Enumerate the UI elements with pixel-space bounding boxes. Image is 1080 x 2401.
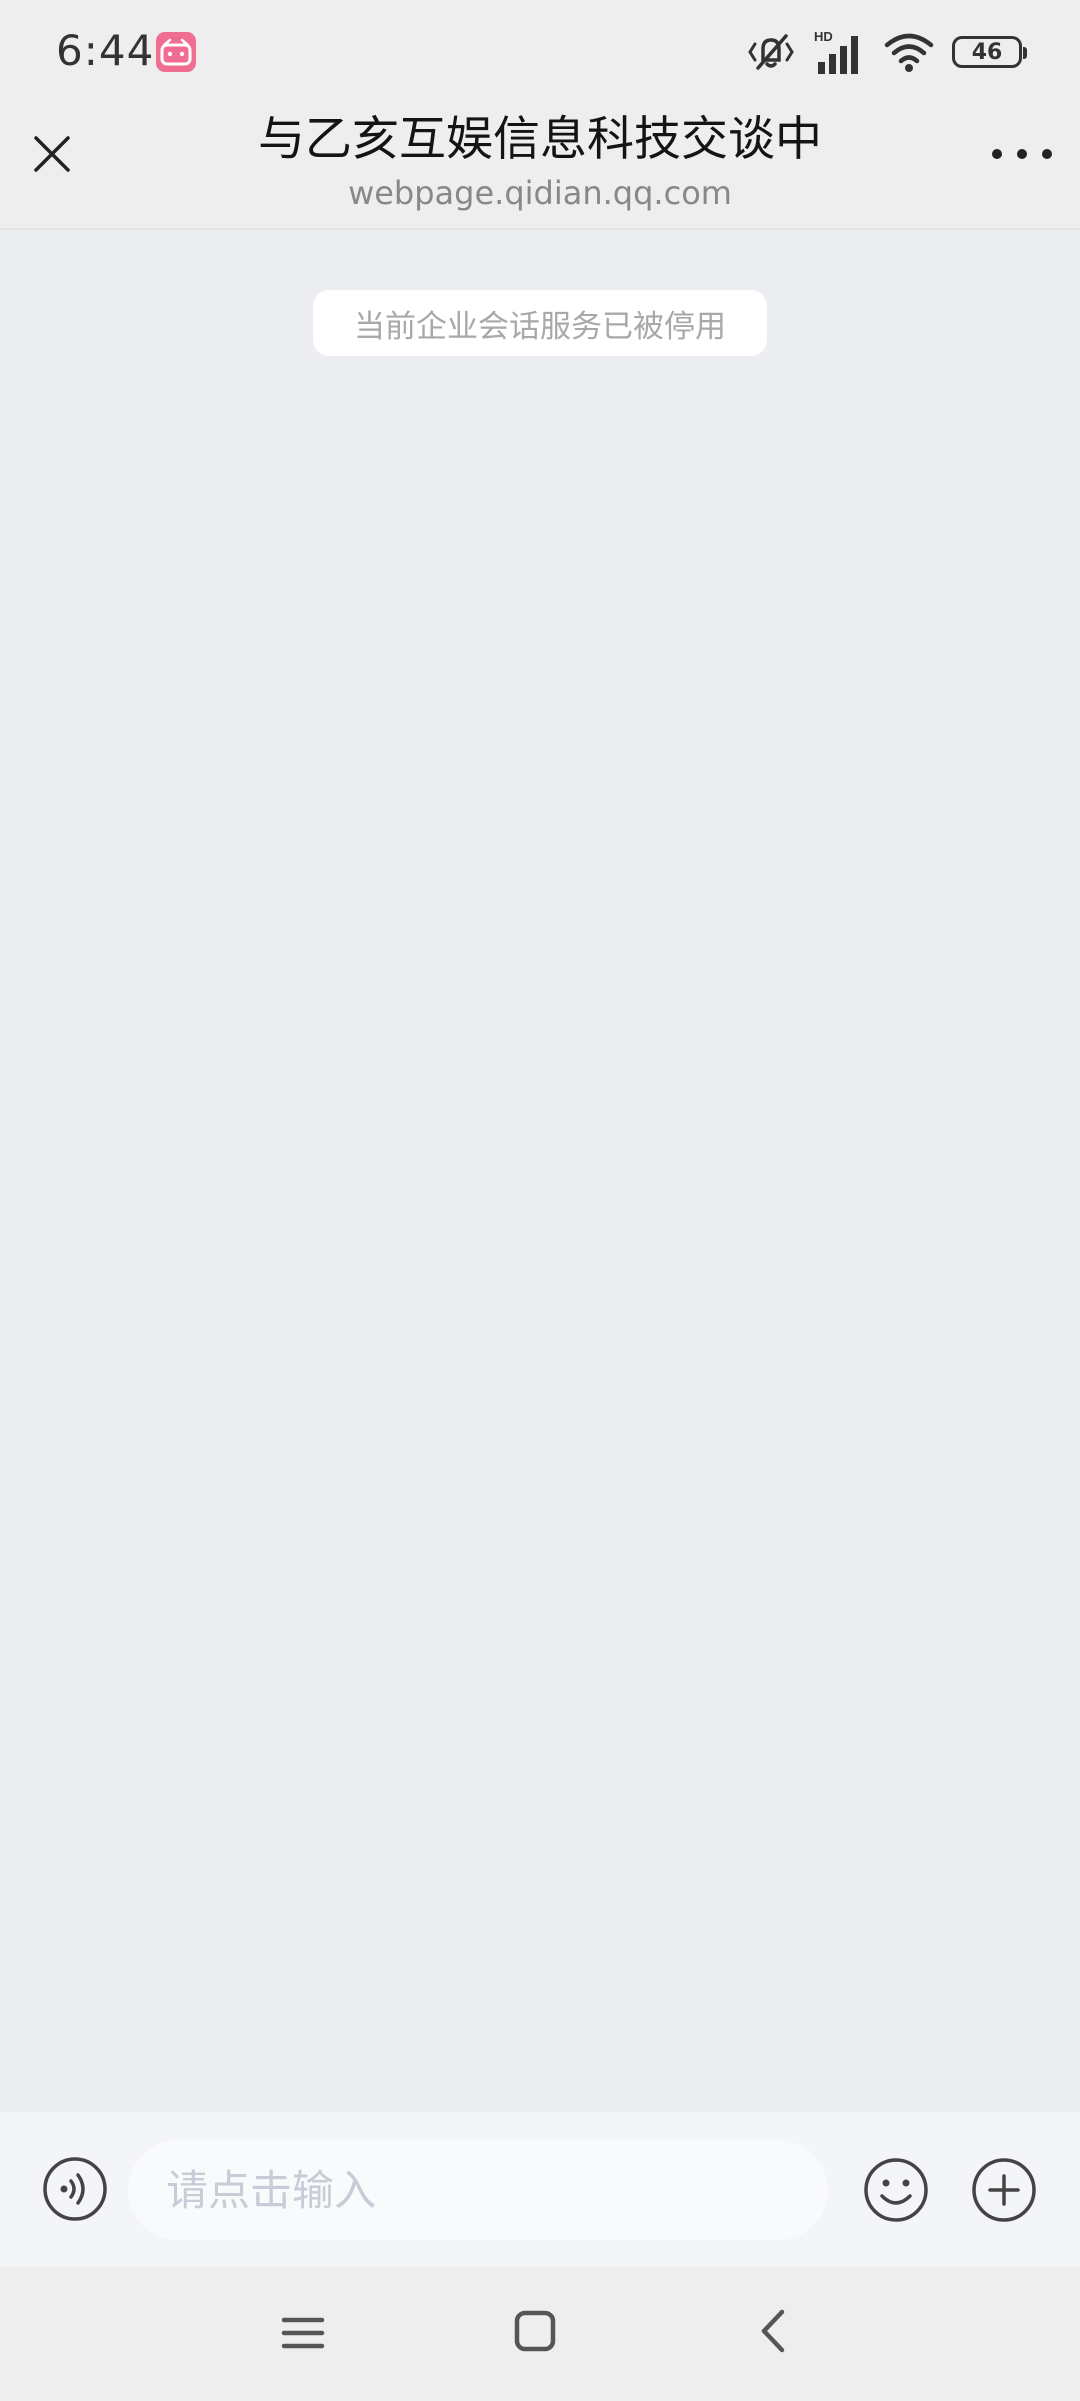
menu-icon[interactable] (280, 2310, 326, 2356)
battery-icon: 46 (952, 36, 1027, 68)
battery-level: 46 (971, 39, 1003, 65)
status-icons: HD 46 (746, 24, 1027, 80)
back-icon[interactable] (750, 2306, 796, 2356)
status-time: 6:44 (56, 26, 155, 75)
network-label: HD (814, 29, 833, 44)
voice-icon[interactable] (42, 2156, 108, 2222)
status-bar: 6:44 HD 46 (0, 0, 1080, 100)
page-title: 与乙亥互娱信息科技交谈中 (258, 112, 822, 167)
close-icon[interactable] (28, 130, 76, 178)
bilibili-app-icon (156, 32, 196, 72)
signal-icon: HD (814, 28, 866, 76)
system-nav-bar (0, 2266, 1080, 2401)
message-input[interactable] (128, 2140, 828, 2240)
page-title-group: 与乙亥互娱信息科技交谈中 webpage.qidian.qq.com (160, 108, 920, 214)
message-composer (0, 2112, 1080, 2266)
page-url: webpage.qidian.qq.com (348, 174, 732, 212)
more-icon[interactable] (992, 136, 1052, 172)
wifi-icon (884, 31, 934, 73)
emoji-icon[interactable] (862, 2156, 930, 2224)
vibrate-mute-icon (746, 30, 796, 74)
home-icon[interactable] (512, 2308, 558, 2354)
system-notice: 当前企业会话服务已被停用 (313, 290, 767, 356)
plus-icon[interactable] (970, 2156, 1038, 2224)
title-bar: 与乙亥互娱信息科技交谈中 webpage.qidian.qq.com (0, 100, 1080, 230)
